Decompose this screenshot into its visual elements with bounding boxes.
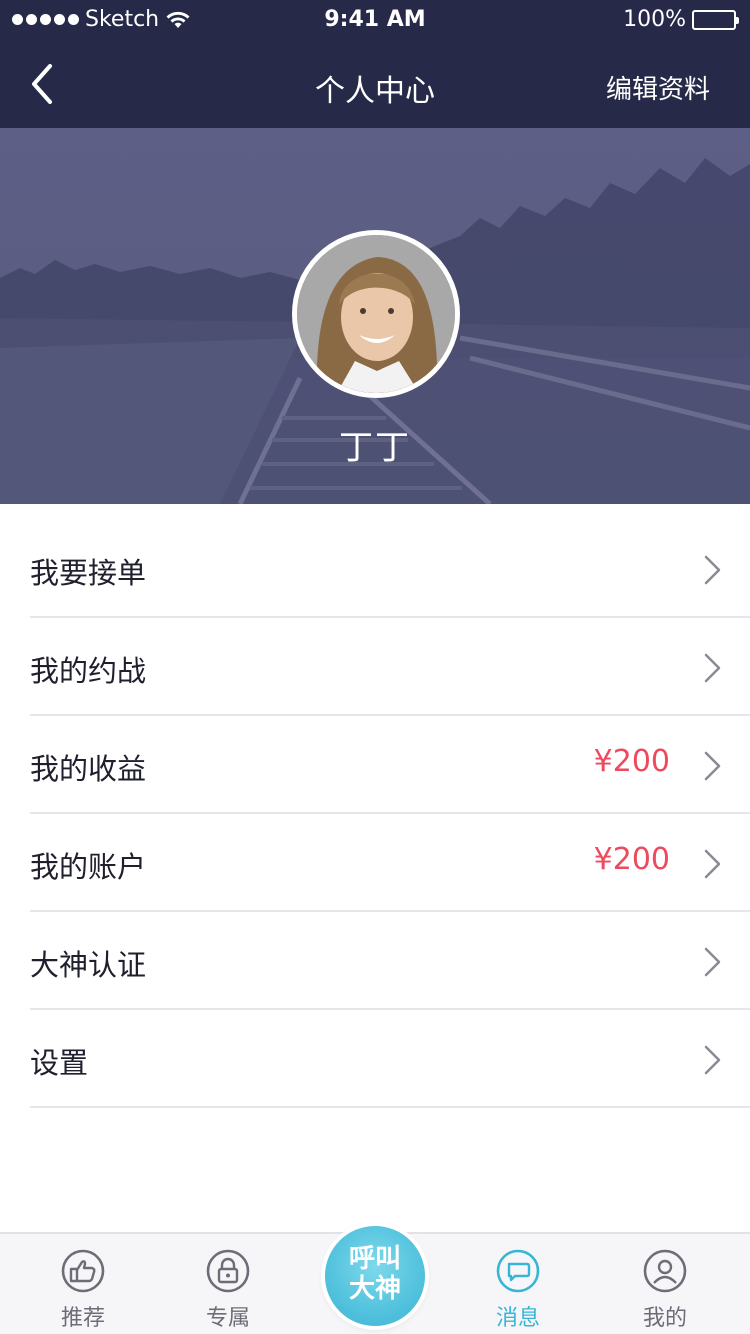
user-name: 丁丁: [339, 428, 411, 468]
status-bar: Sketch 9:41 AM 100%: [0, 0, 750, 40]
menu-item-label: 大神认证: [30, 948, 147, 982]
menu-item-label: 设置: [30, 1046, 89, 1080]
menu-item-settings[interactable]: 设置: [0, 1010, 750, 1108]
status-right: 100%: [623, 7, 739, 32]
divider: [30, 1106, 750, 1108]
tab-label: 专属: [205, 1306, 250, 1331]
chevron-right-icon: [704, 849, 721, 879]
chevron-right-icon: [704, 947, 721, 977]
battery-icon: [692, 9, 739, 30]
menu-item-take-orders[interactable]: 我要接单: [0, 520, 750, 618]
avatar[interactable]: [292, 230, 460, 398]
menu-item-label: 我的约战: [30, 654, 147, 688]
chevron-right-icon: [704, 653, 721, 683]
tab-mine[interactable]: 我的: [590, 1234, 740, 1334]
battery-percent: 100%: [623, 7, 686, 32]
call-master-line1: 呼叫: [348, 1244, 401, 1274]
chevron-left-icon: [32, 64, 52, 104]
tab-label: 消息: [495, 1306, 540, 1331]
call-master-line2: 大神: [348, 1274, 401, 1304]
user-icon: [643, 1249, 687, 1293]
menu-item-value: ¥200: [593, 842, 670, 877]
menu-item-master-verification[interactable]: 大神认证: [0, 912, 750, 1010]
menu-item-label: 我的收益: [30, 752, 147, 786]
profile-header: 丁丁: [0, 128, 750, 504]
menu-item-label: 我要接单: [30, 556, 147, 590]
message-icon: [496, 1249, 540, 1293]
menu-item-my-earnings[interactable]: 我的收益 ¥200: [0, 716, 750, 814]
thumbs-up-icon: [61, 1249, 105, 1293]
menu-item-my-account[interactable]: 我的账户 ¥200: [0, 814, 750, 912]
tab-label: 推荐: [60, 1306, 105, 1331]
tab-exclusive[interactable]: 专属: [153, 1234, 303, 1334]
chevron-right-icon: [704, 751, 721, 781]
menu-list: 我要接单 我的约战 我的收益 ¥200 我的账户 ¥200 大神认证 设置: [0, 520, 750, 1108]
call-master-button[interactable]: 呼叫 大神: [325, 1226, 425, 1326]
back-button[interactable]: [24, 58, 68, 110]
chevron-right-icon: [704, 1045, 721, 1075]
avatar-photo: [297, 235, 455, 393]
menu-item-value: ¥200: [593, 744, 670, 779]
tab-messages[interactable]: 消息: [443, 1234, 593, 1334]
tab-label: 我的: [642, 1306, 687, 1331]
nav-bar: 个人中心 编辑资料: [0, 40, 750, 128]
menu-item-label: 我的账户: [30, 850, 147, 884]
lock-icon: [206, 1249, 250, 1293]
edit-profile-button[interactable]: 编辑资料: [606, 69, 710, 106]
tab-recommend[interactable]: 推荐: [8, 1234, 158, 1334]
chevron-right-icon: [704, 555, 721, 585]
menu-item-my-battles[interactable]: 我的约战: [0, 618, 750, 716]
